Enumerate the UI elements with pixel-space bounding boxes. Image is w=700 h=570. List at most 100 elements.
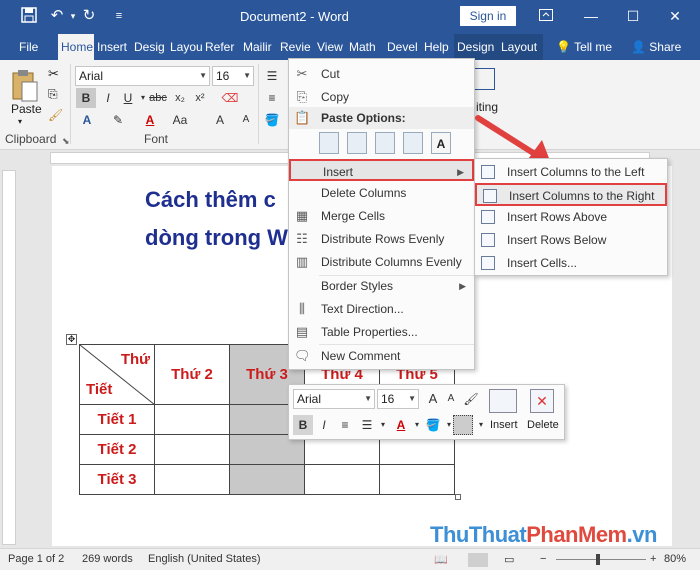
menu-item-cut[interactable]: ✂ Cut bbox=[289, 63, 474, 85]
tab-file[interactable]: File bbox=[16, 34, 41, 60]
word-count[interactable]: 269 words bbox=[82, 553, 133, 565]
clear-formatting-icon[interactable]: ⌫ bbox=[220, 88, 240, 108]
bullets-icon[interactable]: ☰ bbox=[262, 66, 282, 86]
tell-me-box[interactable]: 💡 Tell me bbox=[553, 34, 615, 60]
font-size-box[interactable]: 16 ▼ bbox=[212, 66, 254, 86]
shrink-font-icon[interactable]: A bbox=[441, 389, 461, 409]
redo-icon[interactable]: ↻ bbox=[80, 7, 98, 25]
zoom-slider-thumb[interactable] bbox=[596, 554, 600, 565]
paste-text-only-icon[interactable]: A bbox=[431, 132, 451, 154]
tab-table-design[interactable]: Design bbox=[454, 34, 498, 60]
paste-keep-source-icon[interactable] bbox=[319, 132, 339, 154]
table-row-header-cell[interactable]: Tiết 3 bbox=[79, 464, 155, 495]
subscript-button[interactable]: x₂ bbox=[170, 88, 190, 108]
chevron-down-icon[interactable]: ▾ bbox=[373, 415, 393, 435]
shading-icon[interactable]: Aa bbox=[170, 110, 190, 130]
table-row-header-cell[interactable]: Tiết 1 bbox=[79, 404, 155, 435]
table-header-cell[interactable]: Thứ 2 bbox=[154, 344, 230, 405]
table-resize-handle[interactable] bbox=[455, 494, 461, 500]
paste-nest-table-icon[interactable] bbox=[347, 132, 367, 154]
tab-mailings[interactable]: Mailir bbox=[240, 34, 275, 60]
share-button[interactable]: 👤 Share bbox=[628, 34, 684, 60]
submenu-insert-cells[interactable]: Insert Cells... bbox=[475, 252, 667, 275]
table-cell[interactable] bbox=[154, 404, 230, 435]
tab-developer[interactable]: Devel bbox=[384, 34, 421, 60]
mini-bold-button[interactable]: B bbox=[293, 415, 313, 435]
zoom-out-icon[interactable]: − bbox=[540, 553, 546, 565]
chevron-down-icon[interactable]: ▾ bbox=[471, 415, 491, 435]
tab-references[interactable]: Refer bbox=[202, 34, 237, 60]
customize-toolbar-icon[interactable]: ≡ bbox=[110, 7, 128, 25]
align-left-icon[interactable]: ≡ bbox=[262, 88, 282, 108]
paste-merge-table-icon[interactable] bbox=[375, 132, 395, 154]
print-layout-icon[interactable] bbox=[468, 553, 488, 567]
table-cell[interactable] bbox=[154, 434, 230, 465]
find-icon[interactable] bbox=[473, 68, 495, 90]
paint-bucket-icon[interactable]: 🪣 bbox=[262, 110, 282, 130]
table-cell[interactable] bbox=[154, 464, 230, 495]
mini-font-name-box[interactable]: Arial ▼ bbox=[293, 389, 375, 409]
table-row-header-cell[interactable]: Tiết 2 bbox=[79, 434, 155, 465]
tab-design[interactable]: Desig bbox=[131, 34, 168, 60]
save-icon[interactable] bbox=[20, 7, 38, 25]
tab-table-layout[interactable]: Layout bbox=[498, 34, 543, 60]
submenu-insert-columns-left[interactable]: Insert Columns to the Left bbox=[475, 161, 667, 184]
mini-delete-icon[interactable]: ✕ bbox=[530, 389, 554, 413]
paste-button[interactable]: Paste bbox=[11, 102, 42, 116]
submenu-insert-rows-below[interactable]: Insert Rows Below bbox=[475, 229, 667, 252]
highlight-color-icon[interactable]: ✎ bbox=[108, 110, 128, 130]
menu-item-text-direction[interactable]: ⫼ Text Direction... bbox=[289, 298, 474, 320]
tab-math[interactable]: Math bbox=[346, 34, 379, 60]
mini-insert-button[interactable]: Insert bbox=[490, 419, 518, 431]
maximize-icon[interactable]: ☐ bbox=[620, 5, 646, 27]
minimize-icon[interactable]: — bbox=[578, 5, 604, 27]
submenu-insert-columns-right[interactable]: Insert Columns to the Right bbox=[475, 183, 667, 206]
mini-align-center-icon[interactable]: ≡ bbox=[335, 415, 355, 435]
paste-icon[interactable] bbox=[10, 68, 40, 104]
mini-delete-button[interactable]: Delete bbox=[527, 419, 559, 431]
table-corner-cell[interactable]: Thứ Tiết bbox=[79, 344, 155, 405]
table-cell[interactable] bbox=[379, 464, 455, 495]
sign-in-button[interactable]: Sign in bbox=[460, 6, 516, 26]
menu-item-border-styles[interactable]: Border Styles ▶ bbox=[289, 275, 474, 297]
tab-review[interactable]: Revie bbox=[277, 34, 314, 60]
font-name-box[interactable]: Arial ▼ bbox=[75, 66, 210, 86]
zoom-in-icon[interactable]: + bbox=[650, 553, 656, 565]
format-painter-icon[interactable]: 🖌 bbox=[461, 389, 481, 409]
menu-item-table-properties[interactable]: ▤ Table Properties... bbox=[289, 321, 474, 343]
menu-item-insert[interactable]: Insert ▶ bbox=[289, 159, 474, 181]
tab-layout-doc[interactable]: Layou bbox=[167, 34, 206, 60]
paste-dropdown-icon[interactable]: ▾ bbox=[18, 117, 22, 126]
mini-font-size-box[interactable]: 16 ▼ bbox=[377, 389, 419, 409]
grow-font-icon[interactable]: A bbox=[423, 389, 443, 409]
copy-small-icon[interactable]: ⎘ bbox=[48, 87, 58, 102]
tab-insert[interactable]: Insert bbox=[94, 34, 130, 60]
menu-item-new-comment[interactable]: 🗨 New Comment bbox=[289, 345, 474, 367]
mini-insert-icon[interactable] bbox=[489, 389, 517, 413]
menu-item-copy[interactable]: ⎘ Copy bbox=[289, 86, 474, 108]
menu-item-delete-columns[interactable]: Delete Columns bbox=[289, 182, 474, 204]
language-status[interactable]: English (United States) bbox=[148, 553, 261, 565]
zoom-slider[interactable] bbox=[556, 559, 646, 560]
page-count[interactable]: Page 1 of 2 bbox=[8, 553, 64, 565]
zoom-level[interactable]: 80% bbox=[664, 553, 686, 565]
format-painter-icon[interactable]: 🖌 bbox=[48, 108, 63, 122]
menu-item-merge-cells[interactable]: ▦ Merge Cells bbox=[289, 205, 474, 227]
cut-small-icon[interactable]: ✂ bbox=[48, 66, 59, 82]
clipboard-launcher-icon[interactable]: ⬊ bbox=[62, 136, 70, 147]
tab-home[interactable]: Home bbox=[58, 34, 94, 60]
web-layout-icon[interactable]: ▭ bbox=[504, 553, 514, 566]
submenu-insert-rows-above[interactable]: Insert Rows Above bbox=[475, 206, 667, 229]
menu-item-distribute-columns[interactable]: ▥ Distribute Columns Evenly bbox=[289, 251, 474, 273]
vertical-ruler[interactable] bbox=[2, 170, 16, 545]
italic-button[interactable]: I bbox=[98, 88, 118, 108]
font-color-icon[interactable]: A bbox=[140, 110, 160, 130]
font-size-shrink-icon[interactable]: A bbox=[236, 110, 256, 130]
close-icon[interactable]: ✕ bbox=[662, 5, 688, 27]
bold-button[interactable]: B bbox=[76, 88, 96, 108]
ribbon-display-options-icon[interactable] bbox=[533, 5, 559, 27]
table-cell-selected[interactable] bbox=[229, 464, 305, 495]
table-cell[interactable] bbox=[304, 464, 380, 495]
read-mode-icon[interactable]: 📖 bbox=[434, 553, 448, 566]
strikethrough-button[interactable]: abc bbox=[148, 88, 168, 108]
